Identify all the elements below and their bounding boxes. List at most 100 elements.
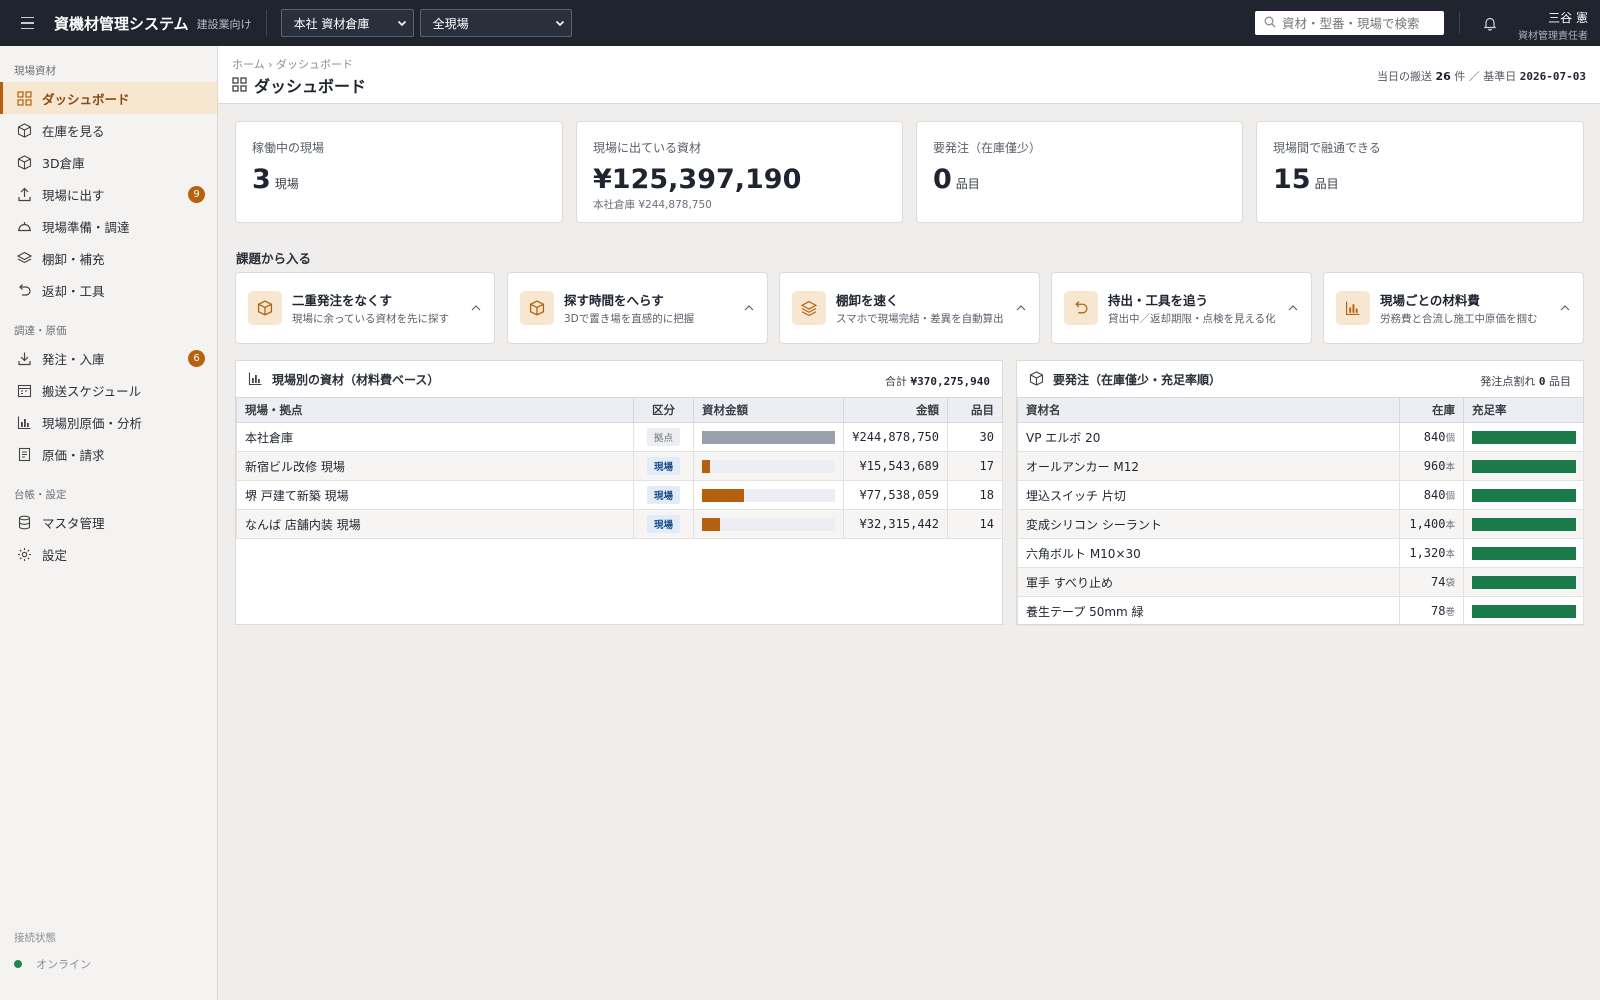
sidebar-item-dispatch[interactable]: 現場に出す 9 bbox=[0, 178, 217, 210]
helmet-icon bbox=[16, 218, 32, 234]
today-prefix: 当日の搬送 bbox=[1376, 70, 1432, 83]
fill-rate-bar bbox=[1472, 604, 1576, 618]
sidebar-item-label: マスタ管理 bbox=[42, 515, 105, 531]
task-desc: 3Dで置き場を直感的に把握 bbox=[564, 313, 695, 325]
kpi-sub: 本社倉庫 ¥244,878,750 bbox=[593, 199, 712, 211]
table-row[interactable]: オールアンカー M12 960本 bbox=[1017, 451, 1584, 481]
sidebar-item-delivery-schedule[interactable]: 搬送スケジュール bbox=[0, 374, 217, 406]
material-name: 六角ボルト M10×30 bbox=[1017, 538, 1400, 568]
task-card-double-order[interactable]: 二重発注をなくす 現場に余っている資材を先に探す bbox=[235, 272, 495, 344]
panel-title: 要発注（在庫僅少・充足率順） bbox=[1053, 372, 1222, 387]
task-desc: スマホで現場完結・差異を自動算出 bbox=[836, 313, 1004, 325]
table-row[interactable]: 新宿ビル改修 現場 現場 ¥15,543,689 17 bbox=[236, 451, 1003, 481]
sidebar-item-stocktake[interactable]: 棚卸・補充 bbox=[0, 242, 217, 274]
task-title: 探す時間をへらす bbox=[564, 293, 664, 308]
column-header[interactable]: 在庫 bbox=[1399, 397, 1464, 423]
fill-rate-track bbox=[1472, 517, 1576, 531]
stock-cell: 840個 bbox=[1399, 480, 1464, 510]
user-menu[interactable]: 三谷 憲 資材管理責任者 bbox=[1518, 9, 1588, 42]
site-name: 本社倉庫 bbox=[236, 422, 634, 452]
chevron-up-icon[interactable] bbox=[470, 302, 482, 314]
document-icon bbox=[16, 446, 32, 462]
type-badge: 現場 bbox=[646, 457, 680, 475]
bell-icon[interactable] bbox=[1480, 13, 1500, 33]
table-row[interactable]: なんば 店舗内装 現場 現場 ¥32,315,442 14 bbox=[236, 509, 1003, 539]
items-cell: 30 bbox=[947, 422, 1003, 452]
stock-cell: 74袋 bbox=[1399, 567, 1464, 597]
column-header[interactable]: 金額 bbox=[843, 397, 948, 423]
site-select[interactable]: 全現場 bbox=[419, 9, 572, 37]
chevron-up-icon[interactable] bbox=[1287, 302, 1299, 314]
column-header[interactable]: 品目 bbox=[947, 397, 1003, 423]
sidebar-item-orders[interactable]: 発注・入庫 6 bbox=[0, 342, 217, 374]
page-title-text: ダッシュボード bbox=[254, 77, 367, 96]
menu-icon[interactable] bbox=[0, 0, 54, 46]
today-mid: 件 ／ 基準日 bbox=[1454, 70, 1517, 83]
site-select-value: 全現場 bbox=[432, 16, 469, 31]
amount-cell: ¥15,543,689 bbox=[843, 451, 948, 481]
sidebar-item-inventory[interactable]: 在庫を見る bbox=[0, 114, 217, 146]
kpi-label: 現場に出ている資材 bbox=[593, 141, 702, 155]
cube-icon bbox=[1029, 371, 1045, 387]
warehouse-select[interactable]: 本社 資材倉庫 bbox=[280, 9, 414, 37]
table-row[interactable]: 埋込スイッチ 片切 840個 bbox=[1017, 480, 1584, 510]
sidebar-item-label: 発注・入庫 bbox=[42, 351, 105, 367]
amount-bar-cell bbox=[693, 480, 844, 510]
column-header[interactable]: 現場・拠点 bbox=[236, 397, 634, 423]
page-title: ダッシュボード bbox=[232, 73, 366, 97]
task-card-material-cost[interactable]: 現場ごとの材料費 労務費と合流し施工中原価を掴む bbox=[1323, 272, 1584, 344]
kpi-card-materials-on-site: 現場に出ている資材 ¥125,397,190 本社倉庫 ¥244,878,750 bbox=[576, 121, 903, 223]
sidebar-item-settings[interactable]: 設定 bbox=[0, 538, 217, 570]
amount-bar-cell bbox=[693, 422, 844, 452]
today-count: 26 bbox=[1435, 70, 1451, 83]
table-row[interactable]: 六角ボルト M10×30 1,320本 bbox=[1017, 538, 1584, 568]
site-name: 新宿ビル改修 現場 bbox=[236, 451, 634, 481]
undo-icon bbox=[16, 282, 32, 298]
chart-icon bbox=[1336, 291, 1370, 325]
chevron-up-icon[interactable] bbox=[1015, 302, 1027, 314]
search-box[interactable] bbox=[1255, 11, 1444, 35]
total-label: 合計 bbox=[885, 375, 908, 388]
amount-cell: ¥77,538,059 bbox=[843, 480, 948, 510]
amount-cell: ¥244,878,750 bbox=[843, 422, 948, 452]
fill-rate-bar bbox=[1472, 575, 1576, 589]
column-header[interactable]: 区分 bbox=[633, 397, 694, 423]
chevron-up-icon[interactable] bbox=[1559, 302, 1571, 314]
column-header[interactable]: 資材名 bbox=[1017, 397, 1400, 423]
fill-rate-track bbox=[1472, 575, 1576, 589]
search-input[interactable] bbox=[1282, 15, 1442, 31]
calendar-icon bbox=[16, 382, 32, 398]
table-row[interactable]: 軍手 すべり止め 74袋 bbox=[1017, 567, 1584, 597]
table-row[interactable]: 本社倉庫 拠点 ¥244,878,750 30 bbox=[236, 422, 1003, 452]
type-badge: 現場 bbox=[646, 515, 680, 533]
table-row[interactable]: 堺 戸建て新築 現場 現場 ¥77,538,059 18 bbox=[236, 480, 1003, 510]
task-card-search-time[interactable]: 探す時間をへらす 3Dで置き場を直感的に把握 bbox=[507, 272, 768, 344]
sidebar-item-site-prep[interactable]: 現場準備・調達 bbox=[0, 210, 217, 242]
reorder-panel: 要発注（在庫僅少・充足率順） 発注点割れ 0 品目 資材名 在庫 充足率 VP … bbox=[1016, 360, 1584, 626]
stock-unit: 本 bbox=[1445, 520, 1455, 531]
sidebar-item-returns[interactable]: 返却・工具 bbox=[0, 274, 217, 306]
amount-bar-track bbox=[702, 430, 835, 444]
table-row[interactable]: 養生テープ 50mm 緑 78巻 bbox=[1017, 596, 1584, 626]
sidebar-item-billing[interactable]: 原価・請求 bbox=[0, 438, 217, 470]
task-card-track-tools[interactable]: 持出・工具を追う 貸出中／返却期限・点検を見える化 bbox=[1051, 272, 1312, 344]
kpi-label: 要発注（在庫僅少） bbox=[933, 141, 1042, 155]
sidebar-item-dashboard[interactable]: ダッシュボード bbox=[0, 82, 217, 114]
column-header[interactable]: 資材金額 bbox=[693, 397, 844, 423]
sidebar-item-master[interactable]: マスタ管理 bbox=[0, 506, 217, 538]
panel-reorder-count: 発注点割れ 0 品目 bbox=[1480, 373, 1571, 389]
stock-value: 840 bbox=[1423, 430, 1446, 444]
sidebar-item-cost-analysis[interactable]: 現場別原価・分析 bbox=[0, 406, 217, 438]
box-icon bbox=[248, 291, 282, 325]
chevron-up-icon[interactable] bbox=[743, 302, 755, 314]
task-card-fast-stocktake[interactable]: 棚卸を速く スマホで現場完結・差異を自動算出 bbox=[779, 272, 1040, 344]
breadcrumb[interactable]: ホーム › ダッシュボード bbox=[232, 56, 353, 72]
stock-unit: 巻 bbox=[1445, 607, 1455, 618]
user-name: 三谷 憲 bbox=[1548, 11, 1588, 25]
column-header[interactable]: 充足率 bbox=[1463, 397, 1584, 423]
stock-unit: 個 bbox=[1445, 491, 1455, 502]
table-row[interactable]: VP エルボ 20 840個 bbox=[1017, 422, 1584, 452]
chevron-down-icon bbox=[555, 18, 565, 28]
table-row[interactable]: 変成シリコン シーラント 1,400本 bbox=[1017, 509, 1584, 539]
sidebar-item-3d-warehouse[interactable]: 3D倉庫 bbox=[0, 146, 217, 178]
